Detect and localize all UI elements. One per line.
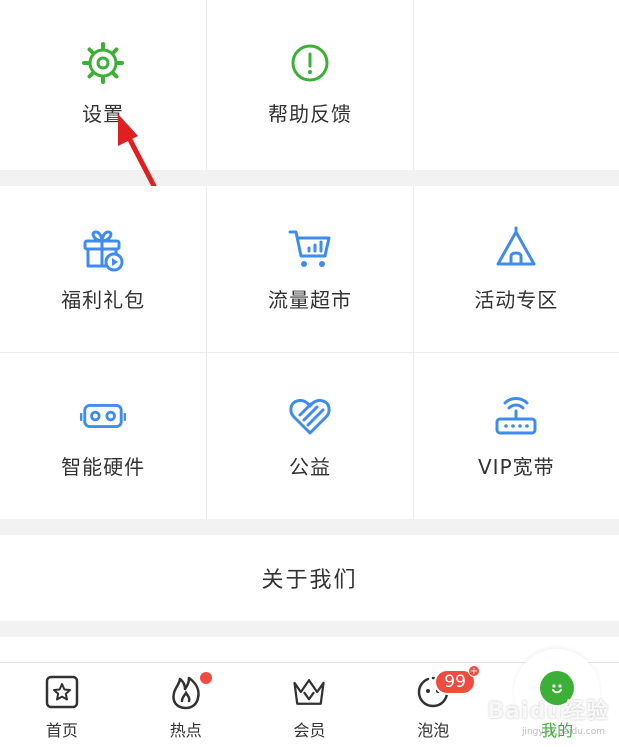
charity-entry[interactable]: 公益 — [206, 353, 412, 519]
empty-cell — [412, 0, 619, 170]
heart-icon — [287, 393, 333, 439]
smart-hardware-entry[interactable]: 智能硬件 — [0, 353, 206, 519]
tab-bubble-label: 泡泡 — [417, 721, 450, 740]
next-section-partial — [0, 637, 619, 662]
tab-member[interactable]: 会员 — [248, 663, 372, 747]
message-count-badge: 99 + — [434, 665, 480, 695]
tab-home-label: 首页 — [45, 721, 78, 740]
activity-zone-label: 活动专区 — [474, 288, 559, 312]
vip-broadband-label: VIP宽带 — [478, 455, 555, 479]
tab-bubble[interactable]: 99 + 泡泡 — [371, 663, 495, 747]
crown-icon — [290, 673, 328, 711]
tab-hot[interactable]: 热点 — [124, 663, 248, 747]
about-us-label: 关于我们 — [261, 568, 358, 593]
tab-home[interactable]: 首页 — [0, 663, 124, 747]
watermark-url: jingyan.baidu.com — [521, 727, 605, 737]
tab-hot-label: 热点 — [169, 721, 202, 740]
top-settings-section: 设置 帮助反馈 — [0, 0, 619, 170]
help-feedback-label: 帮助反馈 — [267, 102, 352, 126]
annotation-arrow — [118, 114, 157, 189]
router-icon — [493, 393, 539, 439]
services-row: 智能硬件 公益 VIP宽带 — [0, 352, 619, 519]
gear-icon — [80, 40, 126, 86]
data-market-entry[interactable]: 流量超市 — [206, 186, 412, 352]
gift-icon — [80, 226, 126, 272]
vip-broadband-entry[interactable]: VIP宽带 — [412, 353, 619, 519]
watermark-logo: Baidu经验 — [487, 699, 609, 724]
charity-label: 公益 — [288, 455, 331, 479]
help-exclamation-icon — [287, 40, 333, 86]
tab-member-label: 会员 — [293, 721, 326, 740]
settings-entry[interactable]: 设置 — [0, 0, 206, 170]
data-market-label: 流量超市 — [267, 288, 352, 312]
flame-icon — [167, 671, 213, 711]
welfare-gift-label: 福利礼包 — [61, 288, 146, 312]
services-section: 福利礼包 流量超市 活动专区 智能硬件 公益 VIP宽带 — [0, 186, 619, 519]
activity-zone-entry[interactable]: 活动专区 — [412, 186, 619, 352]
welfare-gift-entry[interactable]: 福利礼包 — [0, 186, 206, 352]
shopping-cart-icon — [287, 226, 333, 272]
bubble-face-icon: 99 + — [414, 665, 480, 711]
smart-hardware-label: 智能硬件 — [61, 455, 146, 479]
bottom-tab-bar: 首页 热点 会员 99 + 泡泡 我的 Baidu经验 jingyan.baid… — [0, 649, 619, 747]
tent-icon — [493, 226, 539, 272]
notification-dot — [198, 671, 213, 685]
vr-glasses-icon — [80, 393, 127, 439]
help-feedback-entry[interactable]: 帮助反馈 — [206, 0, 412, 170]
services-row: 福利礼包 流量超市 活动专区 — [0, 186, 619, 352]
about-us-row[interactable]: 关于我们 — [0, 535, 619, 621]
home-star-icon — [43, 673, 81, 711]
